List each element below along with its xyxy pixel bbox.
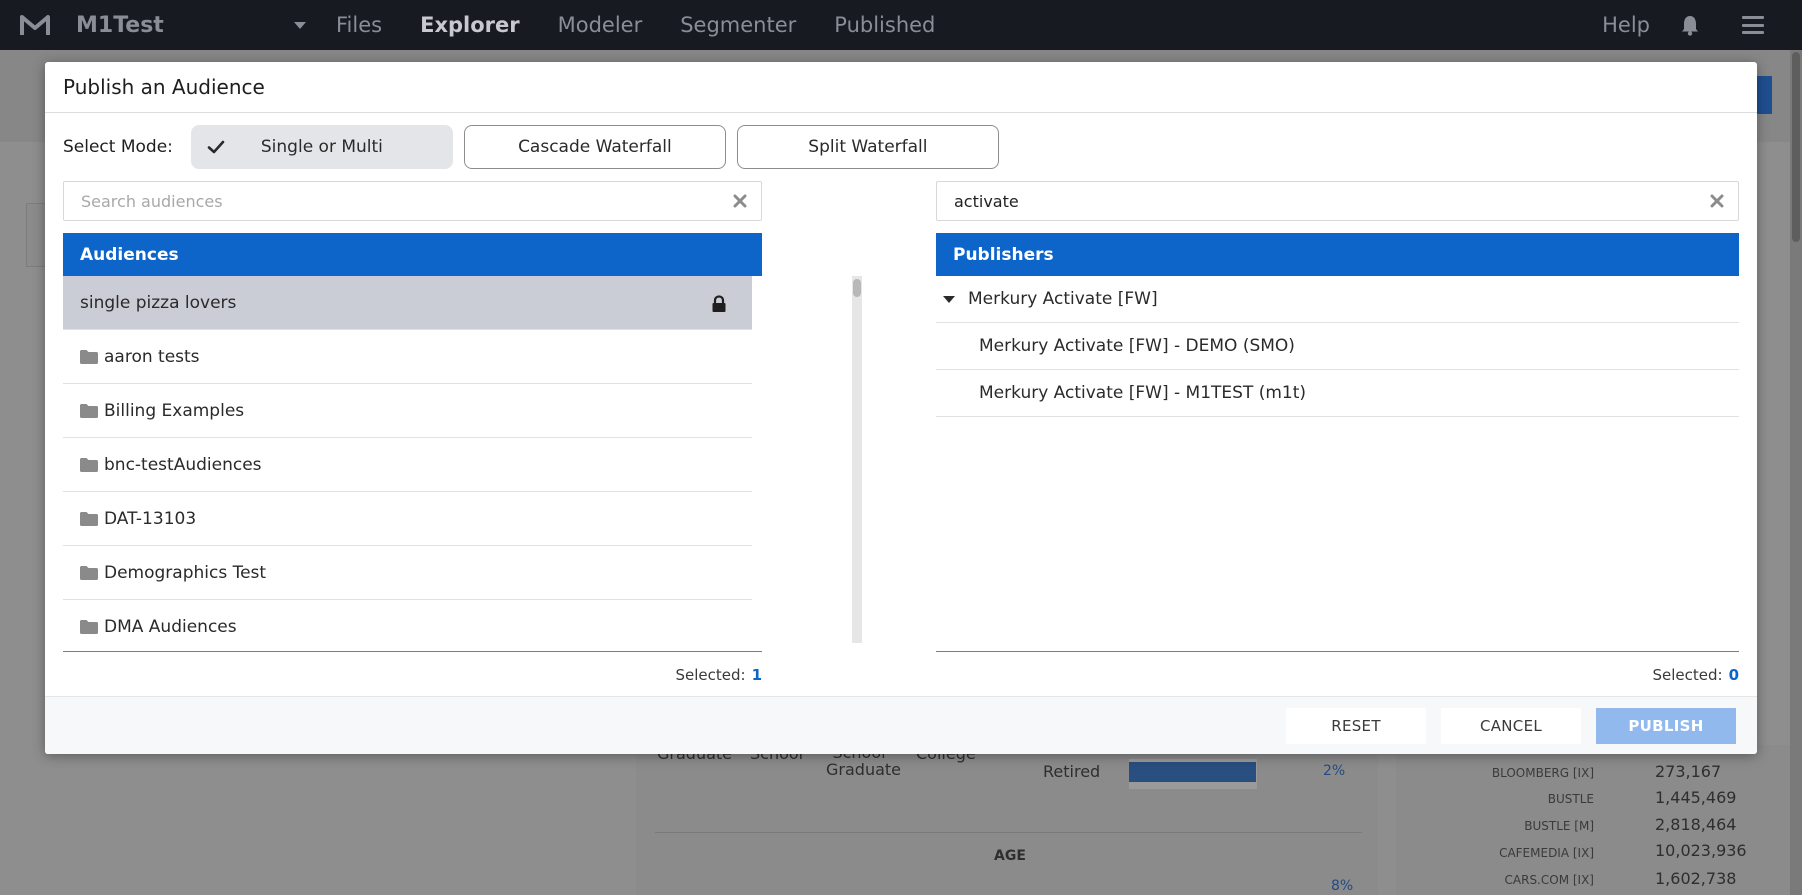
- publish-button[interactable]: PUBLISH: [1596, 708, 1736, 744]
- modal-header: Publish an Audience: [45, 62, 1757, 113]
- bg-age-heading: AGE: [994, 848, 1026, 864]
- org-dropdown-icon[interactable]: [294, 21, 306, 29]
- nav-links: Files Explorer Modeler Segmenter Publish…: [336, 13, 973, 37]
- publisher-group-label: Merkury Activate [FW]: [968, 289, 1158, 309]
- modal-title: Publish an Audience: [63, 75, 265, 99]
- selected-count-value: 0: [1728, 666, 1739, 684]
- publisher-label: Merkury Activate [FW] - M1TEST (m1t): [979, 383, 1307, 403]
- caret-down-icon[interactable]: [943, 295, 955, 303]
- publishers-header: Publishers: [936, 233, 1739, 276]
- m-logo-icon[interactable]: [20, 13, 50, 37]
- mode-button-label: Split Waterfall: [808, 137, 928, 157]
- folder-icon: [80, 511, 98, 526]
- mode-selector: Select Mode: Single or Multi Cascade Wat…: [63, 125, 1010, 169]
- org-name[interactable]: M1Test: [76, 13, 226, 38]
- folder-label: bnc-testAudiences: [104, 454, 262, 475]
- nav-segmenter[interactable]: Segmenter: [680, 13, 796, 37]
- bg-publisher-value: 273,167: [1655, 762, 1722, 781]
- bg-publisher-name: CARS.COM [IX]: [1504, 873, 1594, 887]
- top-nav: M1Test Files Explorer Modeler Segmenter …: [0, 0, 1802, 50]
- audiences-header: Audiences: [63, 233, 762, 276]
- bg-retired-bar-fill: [1129, 762, 1256, 782]
- cancel-button[interactable]: CANCEL: [1441, 708, 1581, 744]
- selected-label: Selected:: [675, 666, 746, 684]
- audience-list: single pizza lovers aaron tests Billing …: [63, 276, 752, 643]
- list-item[interactable]: DAT-13103: [63, 492, 752, 546]
- bg-publisher-value: 10,023,936: [1655, 841, 1747, 860]
- lock-icon: [712, 295, 726, 312]
- bg-publisher-value: 2,818,464: [1655, 815, 1737, 834]
- mode-split-waterfall-button[interactable]: Split Waterfall: [736, 125, 999, 169]
- bg-retired-pct: 2%: [1323, 763, 1346, 779]
- audience-row-selected[interactable]: single pizza lovers: [63, 276, 752, 330]
- mode-label: Select Mode:: [63, 137, 173, 157]
- audience-search-input[interactable]: [64, 182, 733, 220]
- folder-icon: [80, 620, 98, 634]
- audience-selected-count: Selected: 1: [675, 666, 762, 684]
- bg-publisher-name: BUSTLE: [1547, 792, 1594, 806]
- clear-search-icon[interactable]: [1710, 194, 1724, 208]
- audience-panel-divider: [63, 651, 762, 652]
- publisher-tree: Merkury Activate [FW] Merkury Activate […: [936, 276, 1739, 643]
- nav-explorer[interactable]: Explorer: [420, 13, 520, 37]
- check-icon: [207, 140, 225, 154]
- mode-single-or-multi-button[interactable]: Single or Multi: [190, 125, 453, 169]
- bg-age-pct: 8%: [1331, 878, 1354, 894]
- list-item[interactable]: aaron tests: [63, 330, 752, 384]
- folder-icon: [80, 403, 98, 418]
- audience-list-scrollbar[interactable]: [852, 276, 862, 643]
- nav-files[interactable]: Files: [336, 13, 382, 37]
- folder-label: aaron tests: [104, 346, 200, 367]
- bg-publisher-name: BLOOMBERG [IX]: [1491, 766, 1594, 780]
- publisher-label: Merkury Activate [FW] - DEMO (SMO): [979, 336, 1295, 356]
- publisher-row[interactable]: Merkury Activate [FW] - DEMO (SMO): [936, 323, 1739, 370]
- publisher-group-row[interactable]: Merkury Activate [FW]: [936, 276, 1739, 323]
- publisher-search-input[interactable]: [937, 182, 1710, 220]
- bg-divider: [655, 832, 1362, 833]
- nav-published[interactable]: Published: [834, 13, 935, 37]
- list-item[interactable]: bnc-testAudiences: [63, 438, 752, 492]
- help-link[interactable]: Help: [1602, 13, 1650, 37]
- folder-label: DMA Audiences: [104, 617, 237, 637]
- folder-label: Demographics Test: [104, 562, 267, 583]
- mode-button-label: Cascade Waterfall: [518, 137, 672, 157]
- nav-modeler[interactable]: Modeler: [558, 13, 643, 37]
- list-item[interactable]: DMA Audiences: [63, 600, 752, 643]
- audience-label: single pizza lovers: [80, 292, 237, 313]
- bg-retired-label: Retired: [1043, 762, 1101, 781]
- audience-list-scrollbar-thumb[interactable]: [853, 279, 861, 297]
- publisher-panel-divider: [936, 651, 1739, 652]
- selected-count-value: 1: [751, 666, 762, 684]
- folder-icon: [80, 349, 98, 364]
- list-item[interactable]: Billing Examples: [63, 384, 752, 438]
- publisher-search-box: [936, 181, 1739, 221]
- selected-label: Selected:: [1652, 666, 1723, 684]
- background-demographics-card: [636, 745, 1378, 895]
- folder-label: DAT-13103: [104, 508, 197, 529]
- bg-publisher-name: BUSTLE [M]: [1524, 819, 1594, 833]
- page-scrollbar-thumb[interactable]: [1792, 52, 1800, 242]
- clear-search-icon[interactable]: [733, 194, 747, 208]
- folder-icon: [80, 565, 98, 580]
- publish-audience-modal: Publish an Audience Select Mode: Single …: [45, 62, 1757, 754]
- mode-button-label: Single or Multi: [260, 137, 383, 157]
- audience-search-box: [63, 181, 762, 221]
- list-item[interactable]: Demographics Test: [63, 546, 752, 600]
- mode-cascade-waterfall-button[interactable]: Cascade Waterfall: [463, 125, 726, 169]
- folder-icon: [80, 457, 98, 472]
- modal-footer: RESET CANCEL PUBLISH: [45, 696, 1757, 754]
- bg-publisher-name: CAFEMEDIA [IX]: [1499, 846, 1594, 860]
- reset-button[interactable]: RESET: [1286, 708, 1426, 744]
- nav-right: Help: [1602, 0, 1802, 50]
- publisher-row[interactable]: Merkury Activate [FW] - M1TEST (m1t): [936, 370, 1739, 417]
- publisher-selected-count: Selected: 0: [1652, 666, 1739, 684]
- bell-icon[interactable]: [1680, 14, 1700, 36]
- bg-publisher-value: 1,445,469: [1655, 788, 1737, 807]
- menu-icon[interactable]: [1742, 16, 1764, 34]
- folder-label: Billing Examples: [104, 400, 245, 421]
- bg-publisher-value: 1,602,738: [1655, 869, 1737, 888]
